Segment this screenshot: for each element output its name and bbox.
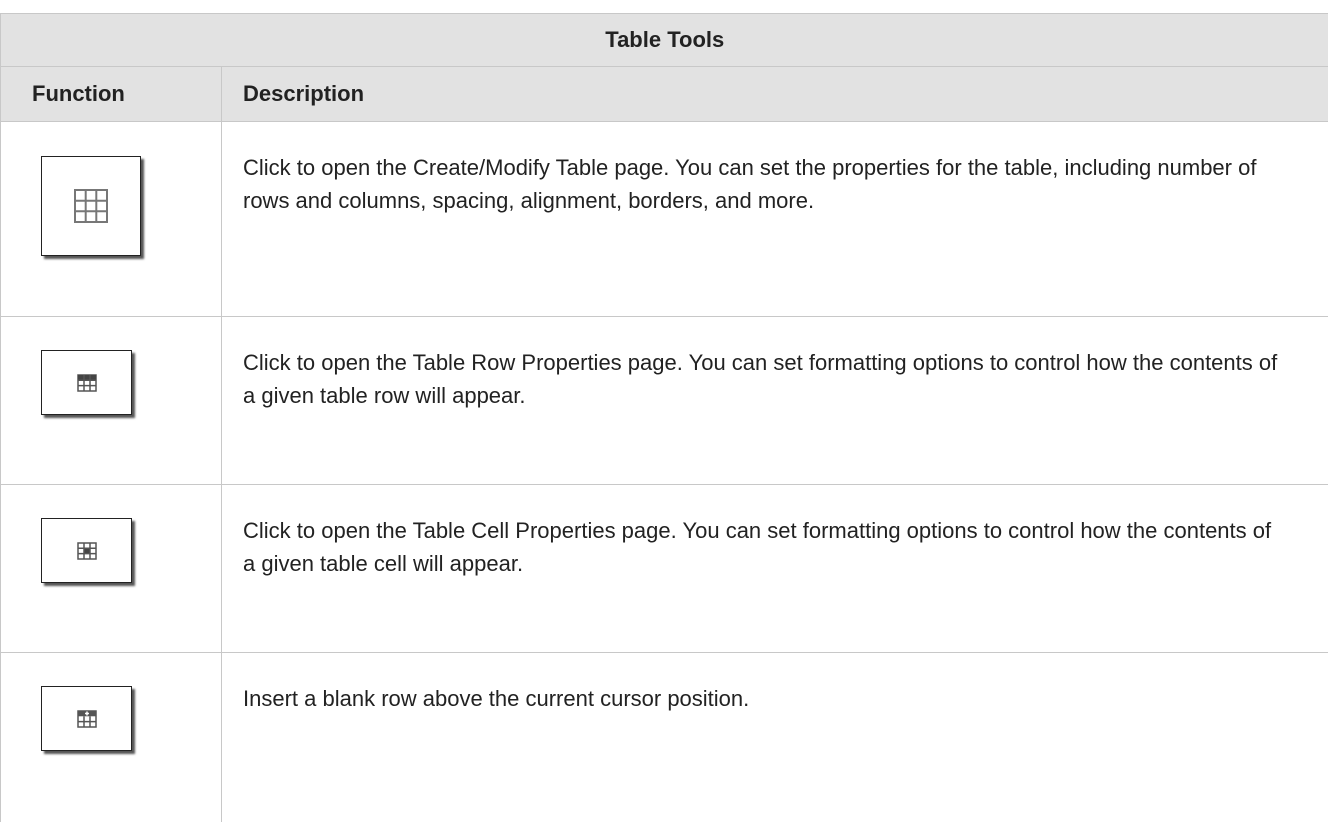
description-cell: Insert a blank row above the current cur… (222, 653, 1328, 822)
table-row: Click to open the Table Cell Properties … (1, 485, 1328, 653)
table-row: Click to open the Table Row Properties p… (1, 317, 1328, 485)
description-cell: Click to open the Table Cell Properties … (222, 485, 1328, 653)
function-cell (1, 485, 222, 653)
function-cell (1, 317, 222, 485)
function-column-header: Function (1, 67, 222, 122)
insert-row-above-icon (41, 686, 132, 751)
table-row: Insert a blank row above the current cur… (1, 653, 1328, 822)
table-title: Table Tools (1, 14, 1328, 67)
function-cell (1, 122, 222, 317)
table-tools: Table Tools Function Description Clic (0, 13, 1328, 822)
description-column-header: Description (222, 67, 1328, 122)
function-cell (1, 653, 222, 822)
description-cell: Click to open the Create/Modify Table pa… (222, 122, 1328, 317)
table-row: Click to open the Create/Modify Table pa… (1, 122, 1328, 317)
table-cell-properties-icon (41, 518, 132, 583)
table-row-properties-icon (41, 350, 132, 415)
description-cell: Click to open the Table Row Properties p… (222, 317, 1328, 485)
table-grid-icon (41, 156, 141, 256)
